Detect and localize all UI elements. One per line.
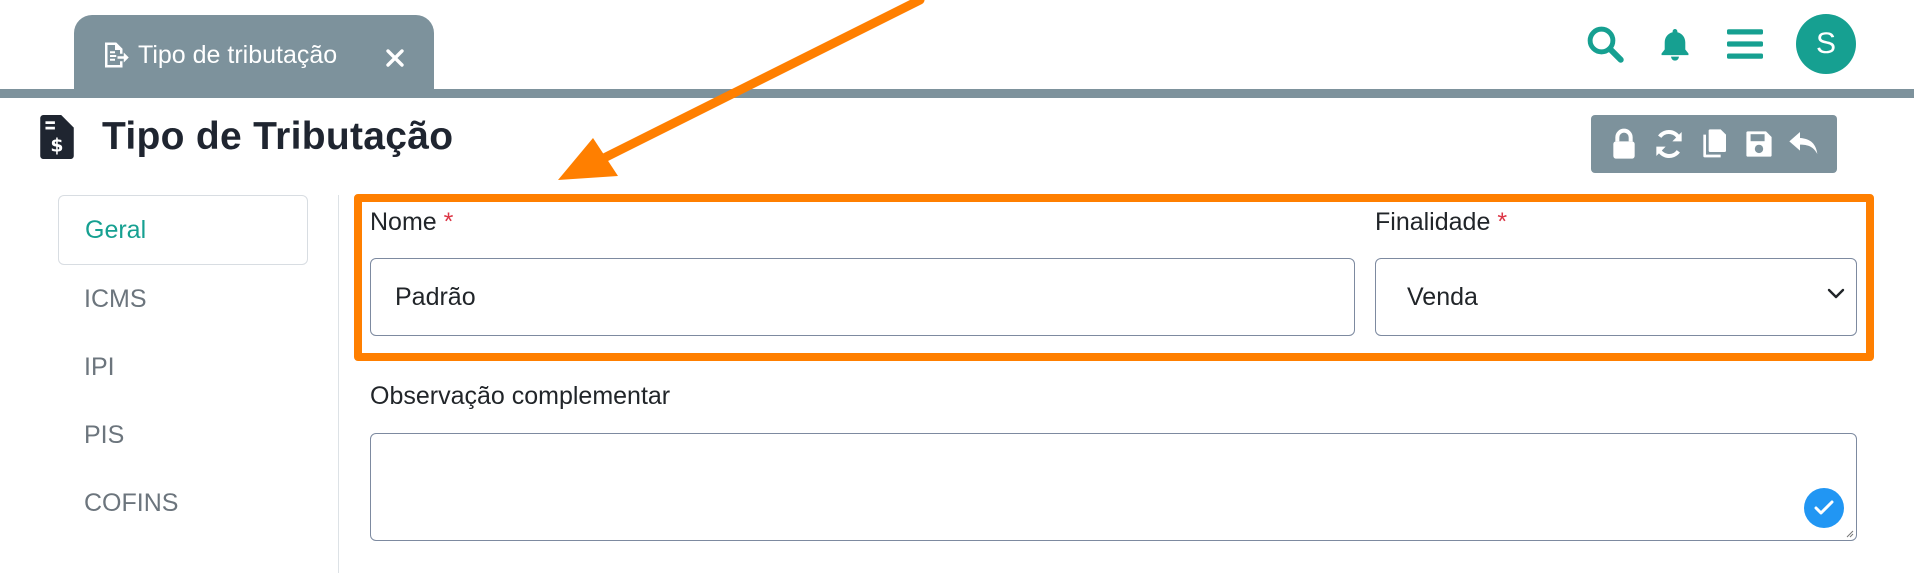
nav-item-pis[interactable]: PIS: [58, 401, 308, 469]
nav-item-icms[interactable]: ICMS: [58, 265, 308, 333]
tab-tipo-de-tributacao[interactable]: Tipo de tributação: [74, 15, 434, 95]
file-invoice-dollar-icon: $: [40, 114, 76, 160]
highlight-box: [354, 194, 1874, 361]
svg-text:$: $: [50, 136, 63, 157]
undo-icon[interactable]: [1784, 124, 1824, 164]
check-icon: [1804, 488, 1844, 528]
bell-icon[interactable]: [1652, 21, 1698, 67]
file-export-icon: [100, 39, 132, 71]
sync-icon[interactable]: [1649, 124, 1689, 164]
nav-item-ipi[interactable]: IPI: [58, 333, 308, 401]
copy-icon[interactable]: [1694, 124, 1734, 164]
nav-item-cofins[interactable]: COFINS: [58, 469, 308, 537]
tab-label: Tipo de tributação: [138, 40, 338, 69]
section-nav: Geral ICMS IPI PIS COFINS: [58, 195, 308, 537]
lock-icon[interactable]: [1604, 124, 1644, 164]
avatar[interactable]: S: [1796, 14, 1856, 74]
save-icon[interactable]: [1739, 124, 1779, 164]
nav-divider: [338, 195, 339, 573]
nav-item-geral[interactable]: Geral: [58, 195, 308, 265]
observacao-label: Observação complementar: [370, 382, 671, 410]
resize-handle-icon[interactable]: [1844, 528, 1854, 538]
tab-strip-divider: [0, 89, 1914, 98]
top-bar: Tipo de tributação S: [0, 0, 1914, 98]
header-actions: S: [1558, 14, 1856, 74]
page-title: Tipo de Tributação: [102, 115, 454, 158]
observacao-textarea[interactable]: [370, 433, 1857, 541]
menu-icon[interactable]: [1722, 21, 1768, 67]
close-icon[interactable]: [382, 45, 408, 71]
search-icon[interactable]: [1582, 21, 1628, 67]
action-toolbar: [1591, 115, 1837, 173]
page-header: $ Tipo de Tributação: [40, 114, 453, 160]
